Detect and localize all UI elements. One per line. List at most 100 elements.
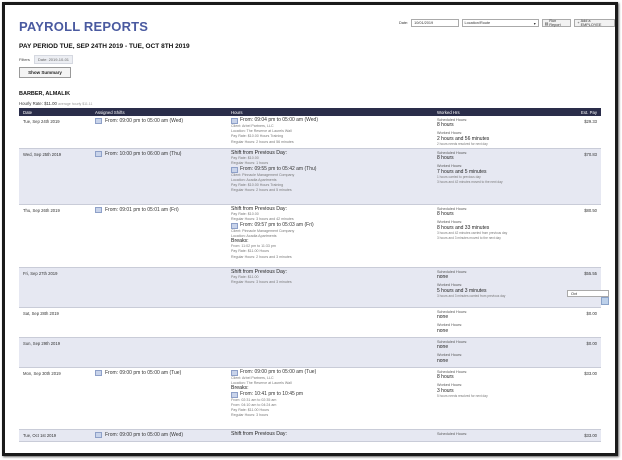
- shift-icon: [95, 370, 102, 376]
- run-report-button[interactable]: ▤ Run Report: [541, 19, 572, 27]
- estimated-pay: $70.83: [584, 152, 597, 157]
- worked-line: 8 hours: [437, 155, 454, 162]
- row-date: Thu, Sep 26th 2019: [23, 208, 60, 213]
- filter-row: Filters Date: 2019-10-01: [19, 55, 74, 64]
- assigned-shift[interactable]: From: 10:00 pm to 06:00 am (Thu): [95, 151, 181, 157]
- row-date: Tue, Oct 1st 2019: [23, 433, 57, 438]
- table-body: Tue, Sep 24th 2019 From: 09:00 pm to 05:0…: [19, 116, 609, 442]
- worked-detail: Scheduled Hours: none Worked Hours: 5 hours…: [437, 270, 567, 299]
- hours-detail: Shift from Previous Day: Pay Rate: $11.00…: [231, 269, 427, 286]
- row-date: Sat, Sep 28th 2019: [23, 311, 59, 316]
- date-label: Date:: [399, 21, 409, 25]
- worked-line: none: [437, 274, 449, 281]
- date-input[interactable]: 10/01/2019: [411, 19, 459, 27]
- table-row: Sat, Sep 28th 2019 Scheduled Hours: none Wo…: [19, 308, 601, 338]
- worked-detail: Scheduled Hours: none Worked Hours: none: [437, 340, 567, 364]
- table-row: Mon, Sep 30th 2019 From: 09:00 pm to 05:0…: [19, 368, 601, 430]
- add-employee-button[interactable]: + Add a EMPLOYEE: [574, 19, 615, 27]
- filter-label: Filters: [19, 57, 30, 62]
- worked-line: 2 hours needs resolved for next day: [437, 141, 488, 146]
- assigned-shift[interactable]: From: 09:01 pm to 05:01 am (Fri): [95, 207, 179, 213]
- hours-line: Regular Hours: 2 hours and 5 minutes: [231, 188, 292, 193]
- estimated-pay: $29.33: [584, 119, 597, 124]
- worked-line: none: [437, 344, 449, 351]
- worked-line: 3 hours and 3 minutes moved to the next …: [437, 236, 501, 241]
- clock-entry-text: From: 09:57 pm to 05:03 am (Fri): [240, 222, 314, 228]
- row-date: Sun, Sep 29th 2019: [23, 341, 61, 346]
- shift-time: From: 09:00 pm to 05:00 am (Tue): [105, 370, 182, 376]
- clock-entry-icon: [231, 166, 238, 173]
- show-summary-button[interactable]: Show Summary: [19, 67, 71, 78]
- plus-icon: +: [577, 21, 580, 25]
- hours-line: Shift from Previous Day:: [231, 431, 287, 437]
- worked-detail: Scheduled Hours: 8 hours Worked Hours: 7 ho…: [437, 151, 567, 185]
- worked-detail: Scheduled Hours: 8 hours Worked Hours: 3 ho…: [437, 370, 567, 399]
- worked-line: none: [437, 327, 449, 334]
- table-row: Tue, Sep 24th 2019 From: 09:00 pm to 05:0…: [19, 116, 601, 149]
- hours-line: Regular Hours: 3 hours and 3 minutes: [231, 280, 292, 285]
- hours-line: Regular Hours: 2 hours and 56 minutes: [231, 139, 294, 144]
- col-worked: Worked Hrs: [437, 109, 460, 115]
- employee-rate: Hourly Rate: $11.00 average hourly $11.1…: [19, 101, 92, 106]
- estimated-pay: $80.50: [584, 208, 597, 213]
- table-row: Sun, Sep 29th 2019 Scheduled Hours: none Wo…: [19, 338, 601, 368]
- report-window: PAYROLL REPORTS Date: 10/01/2019 Locatio…: [2, 2, 618, 456]
- hours-detail: Shift from Previous Day: Pay Rate: $10.00…: [231, 206, 427, 260]
- col-date: Date: [23, 109, 33, 115]
- row-date: Wed, Sep 25th 2019: [23, 152, 62, 157]
- estimated-pay: $0.00: [586, 341, 597, 346]
- shift-time: From: 09:00 pm to 05:00 am (Wed): [105, 118, 183, 124]
- hours-line: Regular Hours: 3 hours: [231, 413, 269, 418]
- worked-detail: Scheduled Hours: 8 hours Worked Hours: 2 ho…: [437, 118, 567, 147]
- employee-name: BARBER, ALMALIK: [19, 91, 71, 97]
- worked-line: 5 hours needs resolved for next day: [437, 393, 488, 398]
- row-date: Tue, Sep 24th 2019: [23, 119, 60, 124]
- row-date: Fri, Sep 27th 2019: [23, 271, 58, 276]
- hours-line: Regular Hours: 2 hours and 3 minutes: [231, 254, 292, 259]
- clock-entry-text: From: 09:04 pm to 05:00 am (Wed): [240, 117, 318, 124]
- location-select[interactable]: Location/Route ▾: [461, 19, 539, 27]
- assigned-shift[interactable]: From: 09:00 pm to 05:00 am (Wed): [95, 118, 183, 124]
- report-toolbar: Date: 10/01/2019 Location/Route ▾ ▤ Run …: [399, 18, 615, 28]
- pay-period-heading: PAY PERIOD TUE, SEP 24TH 2019 - TUE, OCT…: [19, 43, 190, 50]
- side-panel-toggle[interactable]: [601, 297, 609, 305]
- hours-detail: Shift from Previous Day:: [231, 431, 427, 437]
- average-rate: average hourly $11.11: [58, 102, 93, 106]
- col-shifts: Assigned Shifts: [95, 109, 125, 115]
- col-pay: Est. Pay: [580, 109, 597, 115]
- worked-line: 8 hours: [437, 374, 454, 381]
- assigned-shift[interactable]: From: 09:00 pm to 05:00 am (Wed): [95, 432, 183, 438]
- table-row: Tue, Oct 1st 2019 From: 09:00 pm to 05:00…: [19, 430, 601, 442]
- hours-detail: From: 09:00 pm to 05:00 am (Tue) Client: …: [231, 370, 427, 418]
- hours-detail: From: 09:04 pm to 05:00 am (Wed) Client: …: [231, 118, 427, 145]
- overtime-select[interactable]: Ovt: [567, 290, 609, 297]
- add-employee-label: Add a EMPLOYEE: [580, 19, 602, 27]
- estimated-pay: $55.55: [584, 271, 597, 276]
- worked-line: 8 hours: [437, 211, 454, 218]
- clock-entry-text: From: 09:55 pm to 05:42 am (Thu): [240, 166, 317, 172]
- report-icon: ▤: [544, 21, 549, 26]
- estimated-pay: $0.00: [586, 311, 597, 316]
- clock-entry-text: From: 10:41 pm to 10:45 pm: [240, 391, 304, 397]
- row-date: Mon, Sep 30th 2019: [23, 371, 61, 376]
- estimated-pay: $33.00: [584, 371, 597, 376]
- estimated-pay: $33.00: [584, 433, 597, 438]
- worked-detail: Scheduled Hours: none Worked Hours: none: [437, 310, 567, 334]
- shift-icon: [95, 151, 102, 157]
- hours-detail: Shift from Previous Day: Pay Rate: $10.00…: [231, 150, 427, 193]
- worked-line: none: [437, 314, 449, 321]
- shift-time: From: 09:00 pm to 05:00 am (Wed): [105, 432, 183, 438]
- worked-detail: Scheduled Hours: 8 hours Worked Hours: 8 ho…: [437, 207, 567, 241]
- shift-icon: [95, 207, 102, 213]
- shift-icon: [95, 432, 102, 438]
- worked-line: 3 hours and 3 minutes carried from previ…: [437, 293, 506, 298]
- assigned-shift[interactable]: From: 09:00 pm to 05:00 am (Tue): [95, 370, 181, 376]
- filter-chip[interactable]: Date: 2019-10-01: [33, 55, 74, 64]
- clock-entry-icon: [231, 391, 238, 398]
- table-row: Fri, Sep 27th 2019 Shift from Previous Da…: [19, 268, 609, 308]
- table-header: Date Assigned Shifts Hours Worked Hrs Es…: [19, 108, 601, 116]
- hourly-rate: Hourly Rate: $11.00: [19, 101, 57, 106]
- run-report-label: Run Report: [549, 19, 561, 27]
- worked-detail: Scheduled Hours:: [437, 432, 567, 437]
- chevron-down-icon: ▾: [533, 21, 536, 26]
